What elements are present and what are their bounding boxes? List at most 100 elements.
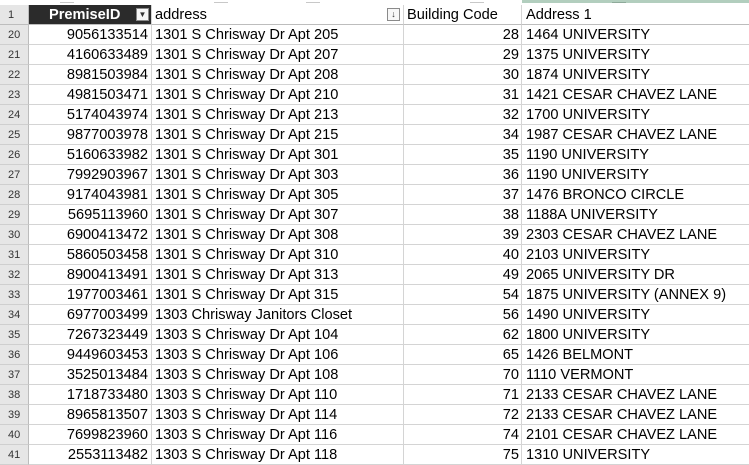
row-number-cell[interactable]: 26 [0, 145, 29, 165]
address-cell[interactable]: 1301 S Chrisway Dr Apt 303 [152, 165, 404, 185]
building-code-cell[interactable]: 62 [404, 325, 522, 345]
building-code-cell[interactable]: 36 [404, 165, 522, 185]
row-number-cell[interactable]: 25 [0, 125, 29, 145]
column-header-address[interactable]: address ↓ [152, 5, 404, 25]
building-code-cell[interactable]: 70 [404, 365, 522, 385]
address1-cell[interactable]: 1476 BRONCO CIRCLE [522, 185, 749, 205]
row-number-cell[interactable]: 40 [0, 425, 29, 445]
premiseid-cell[interactable]: 5860503458 [29, 245, 152, 265]
premiseid-cell[interactable]: 6900413472 [29, 225, 152, 245]
premiseid-cell[interactable]: 6977003499 [29, 305, 152, 325]
premiseid-cell[interactable]: 4981503471 [29, 85, 152, 105]
premiseid-cell[interactable]: 9056133514 [29, 25, 152, 45]
row-number-cell[interactable]: 34 [0, 305, 29, 325]
premiseid-cell[interactable]: 5695113960 [29, 205, 152, 225]
address-cell[interactable]: 1303 S Chrisway Dr Apt 104 [152, 325, 404, 345]
building-code-cell[interactable]: 39 [404, 225, 522, 245]
filter-dropdown-icon[interactable]: ▼ [136, 8, 149, 21]
address-cell[interactable]: 1301 S Chrisway Dr Apt 307 [152, 205, 404, 225]
row-number-cell[interactable]: 36 [0, 345, 29, 365]
address-cell[interactable]: 1301 S Chrisway Dr Apt 313 [152, 265, 404, 285]
premiseid-cell[interactable]: 9174043981 [29, 185, 152, 205]
address1-cell[interactable]: 1800 UNIVERSITY [522, 325, 749, 345]
address1-cell[interactable]: 1875 UNIVERSITY (ANNEX 9) [522, 285, 749, 305]
row-number-cell[interactable]: 41 [0, 445, 29, 465]
address-cell[interactable]: 1301 S Chrisway Dr Apt 205 [152, 25, 404, 45]
building-code-cell[interactable]: 28 [404, 25, 522, 45]
building-code-cell[interactable]: 37 [404, 185, 522, 205]
row-number-cell[interactable]: 24 [0, 105, 29, 125]
address1-cell[interactable]: 1987 CESAR CHAVEZ LANE [522, 125, 749, 145]
building-code-cell[interactable]: 72 [404, 405, 522, 425]
address1-cell[interactable]: 1190 UNIVERSITY [522, 145, 749, 165]
row-number-cell[interactable]: 27 [0, 165, 29, 185]
building-code-cell[interactable]: 54 [404, 285, 522, 305]
building-code-cell[interactable]: 74 [404, 425, 522, 445]
row-number-cell[interactable]: 32 [0, 265, 29, 285]
address1-cell[interactable]: 1464 UNIVERSITY [522, 25, 749, 45]
premiseid-cell[interactable]: 5160633982 [29, 145, 152, 165]
address1-cell[interactable]: 1375 UNIVERSITY [522, 45, 749, 65]
premiseid-cell[interactable]: 8981503984 [29, 65, 152, 85]
premiseid-cell[interactable]: 1718733480 [29, 385, 152, 405]
address-cell[interactable]: 1301 S Chrisway Dr Apt 215 [152, 125, 404, 145]
building-code-cell[interactable]: 71 [404, 385, 522, 405]
row-number-cell[interactable]: 30 [0, 225, 29, 245]
building-code-cell[interactable]: 34 [404, 125, 522, 145]
building-code-cell[interactable]: 31 [404, 85, 522, 105]
address-cell[interactable]: 1301 S Chrisway Dr Apt 208 [152, 65, 404, 85]
address1-cell[interactable]: 1110 VERMONT [522, 365, 749, 385]
address-cell[interactable]: 1301 S Chrisway Dr Apt 301 [152, 145, 404, 165]
address1-cell[interactable]: 2303 CESAR CHAVEZ LANE [522, 225, 749, 245]
address1-cell[interactable]: 1490 UNIVERSITY [522, 305, 749, 325]
row-number-cell[interactable]: 28 [0, 185, 29, 205]
filter-sorted-icon[interactable]: ↓ [387, 8, 400, 21]
address-cell[interactable]: 1303 S Chrisway Dr Apt 114 [152, 405, 404, 425]
row-number-cell[interactable]: 21 [0, 45, 29, 65]
address-cell[interactable]: 1303 Chrisway Janitors Closet [152, 305, 404, 325]
building-code-cell[interactable]: 49 [404, 265, 522, 285]
address1-cell[interactable]: 2103 UNIVERSITY [522, 245, 749, 265]
row-number-cell[interactable]: 29 [0, 205, 29, 225]
row-number-cell[interactable]: 39 [0, 405, 29, 425]
building-code-cell[interactable]: 65 [404, 345, 522, 365]
building-code-cell[interactable]: 30 [404, 65, 522, 85]
address-cell[interactable]: 1301 S Chrisway Dr Apt 310 [152, 245, 404, 265]
address-cell[interactable]: 1301 S Chrisway Dr Apt 207 [152, 45, 404, 65]
address1-cell[interactable]: 2133 CESAR CHAVEZ LANE [522, 385, 749, 405]
row-number-cell[interactable]: 35 [0, 325, 29, 345]
row-number-cell[interactable]: 22 [0, 65, 29, 85]
address-cell[interactable]: 1303 S Chrisway Dr Apt 108 [152, 365, 404, 385]
address1-cell[interactable]: 1700 UNIVERSITY [522, 105, 749, 125]
address1-cell[interactable]: 1188A UNIVERSITY [522, 205, 749, 225]
address-cell[interactable]: 1301 S Chrisway Dr Apt 213 [152, 105, 404, 125]
address-cell[interactable]: 1303 S Chrisway Dr Apt 118 [152, 445, 404, 465]
column-header-building-code[interactable]: Building Code [404, 5, 522, 25]
column-header-premiseid[interactable]: PremiseID ▼ [29, 5, 152, 25]
address-cell[interactable]: 1303 S Chrisway Dr Apt 116 [152, 425, 404, 445]
premiseid-cell[interactable]: 8900413491 [29, 265, 152, 285]
premiseid-cell[interactable]: 2553113482 [29, 445, 152, 465]
row-number-cell[interactable]: 38 [0, 385, 29, 405]
premiseid-cell[interactable]: 9449603453 [29, 345, 152, 365]
building-code-cell[interactable]: 40 [404, 245, 522, 265]
row-number-cell[interactable]: 23 [0, 85, 29, 105]
row-number-cell[interactable]: 33 [0, 285, 29, 305]
premiseid-cell[interactable]: 7992903967 [29, 165, 152, 185]
address-cell[interactable]: 1301 S Chrisway Dr Apt 305 [152, 185, 404, 205]
row-number-cell[interactable]: 20 [0, 25, 29, 45]
building-code-cell[interactable]: 75 [404, 445, 522, 465]
address-cell[interactable]: 1303 S Chrisway Dr Apt 110 [152, 385, 404, 405]
address1-cell[interactable]: 1421 CESAR CHAVEZ LANE [522, 85, 749, 105]
address1-cell[interactable]: 2133 CESAR CHAVEZ LANE [522, 405, 749, 425]
premiseid-cell[interactable]: 8965813507 [29, 405, 152, 425]
premiseid-cell[interactable]: 3525013484 [29, 365, 152, 385]
premiseid-cell[interactable]: 1977003461 [29, 285, 152, 305]
address1-cell[interactable]: 1190 UNIVERSITY [522, 165, 749, 185]
row-number-cell[interactable]: 37 [0, 365, 29, 385]
building-code-cell[interactable]: 29 [404, 45, 522, 65]
address-cell[interactable]: 1301 S Chrisway Dr Apt 308 [152, 225, 404, 245]
address1-cell[interactable]: 1310 UNIVERSITY [522, 445, 749, 465]
building-code-cell[interactable]: 35 [404, 145, 522, 165]
address-cell[interactable]: 1301 S Chrisway Dr Apt 315 [152, 285, 404, 305]
